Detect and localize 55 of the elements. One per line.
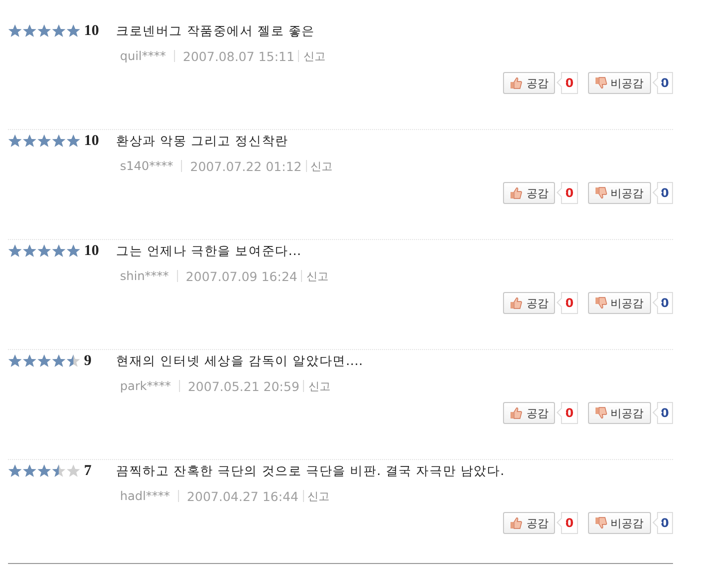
agree-button[interactable]: 공감 — [503, 182, 556, 204]
thumbs-down-icon — [594, 297, 607, 309]
rating-score: 10 — [84, 22, 100, 40]
review-text: 환상과 악몽 그리고 정신착란 — [116, 132, 288, 150]
rating-score: 10 — [84, 242, 100, 260]
agree-count: 0 — [556, 72, 578, 94]
agree-count: 0 — [556, 292, 578, 314]
disagree-count: 0 — [652, 182, 673, 204]
disagree-count: 0 — [652, 292, 673, 314]
report-link[interactable]: 신고 — [306, 268, 328, 284]
report-link[interactable]: 신고 — [308, 378, 330, 394]
username: hadl**** — [120, 489, 170, 503]
review-text: 현재의 인터넷 세상을 감독이 알았다면.... — [116, 352, 363, 370]
agree-count: 0 — [556, 402, 578, 424]
rating-score: 9 — [84, 352, 92, 370]
thumbs-up-icon — [510, 187, 522, 199]
review-date: 2007.07.22 01:12 — [190, 158, 302, 174]
thumbs-up-icon — [510, 297, 522, 309]
review-text: 끔찍하고 잔혹한 극단의 것으로 극단을 비판. 결국 자극만 남았다. — [116, 462, 505, 480]
disagree-count: 0 — [652, 72, 673, 94]
agree-button[interactable]: 공감 — [503, 512, 556, 534]
disagree-button[interactable]: 비공감 — [588, 182, 651, 204]
thumbs-up-icon — [510, 407, 522, 419]
review-date: 2007.05.21 20:59 — [188, 378, 300, 394]
disagree-count: 0 — [652, 402, 673, 424]
agree-button[interactable]: 공감 — [503, 72, 556, 94]
username: shin**** — [120, 269, 169, 283]
username: quil**** — [120, 49, 166, 63]
thumbs-up-icon — [510, 517, 522, 529]
disagree-count: 0 — [652, 512, 673, 534]
rating-score: 10 — [84, 132, 100, 150]
review-date: 2007.07.09 16:24 — [186, 268, 298, 284]
username: s140**** — [120, 159, 174, 173]
username: park**** — [120, 379, 171, 393]
thumbs-up-icon — [510, 77, 522, 89]
agree-button[interactable]: 공감 — [503, 292, 556, 314]
agree-count: 0 — [556, 182, 578, 204]
agree-count: 0 — [556, 512, 578, 534]
disagree-button[interactable]: 비공감 — [588, 512, 651, 534]
review-text: 그는 언제나 극한을 보여준다... — [116, 242, 302, 260]
thumbs-down-icon — [594, 187, 607, 199]
disagree-button[interactable]: 비공감 — [588, 72, 651, 94]
thumbs-down-icon — [594, 517, 607, 529]
report-link[interactable]: 신고 — [310, 158, 333, 174]
thumbs-down-icon — [594, 77, 607, 89]
disagree-button[interactable]: 비공감 — [588, 402, 651, 424]
review-date: 2007.08.07 15:11 — [182, 48, 294, 64]
review-date: 2007.04.27 16:44 — [186, 488, 298, 504]
disagree-button[interactable]: 비공감 — [588, 292, 651, 314]
review-text: 크로넨버그 작품중에서 젤로 좋은 — [116, 22, 316, 40]
rating-score: 7 — [84, 462, 92, 480]
thumbs-down-icon — [594, 407, 607, 419]
report-link[interactable]: 신고 — [308, 488, 330, 504]
agree-button[interactable]: 공감 — [503, 402, 556, 424]
report-link[interactable]: 신고 — [303, 48, 326, 64]
